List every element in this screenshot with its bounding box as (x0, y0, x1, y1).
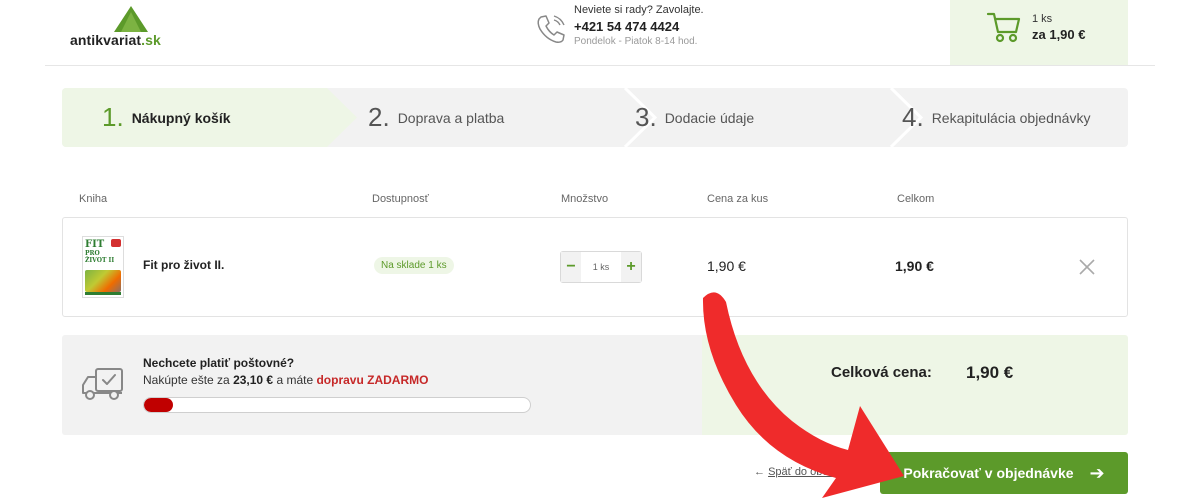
step-shipping[interactable]: 2. Doprava a platba (368, 88, 504, 147)
remaining-amount: 23,10 € (233, 373, 274, 387)
column-header-quantity: Množstvo (561, 193, 609, 205)
step-number: 4. (902, 102, 924, 132)
step-number: 1. (102, 102, 124, 132)
phone-number[interactable]: +421 54 474 4424 (574, 19, 704, 35)
book-cover-image[interactable]: FIT PRO ŽIVOT II (82, 236, 124, 298)
free-shipping-progress (143, 397, 531, 413)
cart-icon (986, 12, 1021, 43)
opening-hours: Pondelok - Piatok 8-14 hod. (574, 36, 698, 47)
header-divider (45, 65, 1155, 66)
cover-title: FIT (85, 239, 105, 250)
cart-quantity: 1 ks (1032, 13, 1053, 25)
contact-block: Neviete si rady? Zavolajte. +421 54 474 … (574, 3, 704, 49)
step-label: Nákupný košík (131, 109, 231, 126)
quantity-input[interactable] (581, 252, 621, 282)
cover-badge (111, 239, 121, 247)
product-title[interactable]: Fit pro život II. (143, 258, 224, 272)
free-shipping-panel: Nechcete platiť poštovné? Nakúpte ešte z… (62, 335, 702, 435)
order-total-panel: Celková cena: 1,90 € (702, 335, 1128, 435)
truck-icon (82, 368, 123, 400)
column-header-book: Kniha (79, 193, 108, 205)
step-label: Rekapitulácia objednávky (931, 109, 1091, 126)
step-number: 3. (635, 102, 657, 132)
logo-mountain-icon (114, 6, 148, 32)
cart-price: za 1,90 € (1032, 27, 1086, 42)
site-logo[interactable]: antikvariat.sk (68, 6, 178, 50)
continue-label: Pokračovať v objednávke (903, 465, 1074, 481)
remove-item-icon[interactable] (1078, 258, 1096, 276)
free-shipping-title: Nechcete platiť poštovné? (143, 356, 295, 370)
quantity-decrease-button[interactable]: − (561, 252, 581, 282)
step-label: Doprava a platba (397, 109, 505, 126)
progress-fill (144, 398, 174, 412)
step-label: Dodacie údaje (664, 109, 755, 126)
total-value: 1,90 € (966, 363, 1014, 382)
arrow-right-icon: ➔ (1089, 462, 1105, 483)
checkout-steps: 1. Nákupný košík 2. Doprava a platba 3. … (62, 88, 1128, 147)
back-arrow-icon: ← (754, 466, 765, 478)
quantity-stepper: − + (560, 251, 642, 283)
quantity-increase-button[interactable]: + (621, 252, 641, 282)
logo-text: antikvariat.sk (70, 32, 161, 48)
back-to-shop-link[interactable]: ← Späť do obchodu (754, 466, 852, 478)
contact-question: Neviete si rady? Zavolajte. (574, 4, 704, 16)
phone-icon (537, 15, 565, 43)
cover-illustration (85, 270, 121, 292)
step-summary[interactable]: 4. Rekapitulácia objednávky (902, 88, 1090, 147)
column-header-availability: Dostupnosť (372, 193, 429, 205)
step-cart[interactable]: 1. Nákupný košík (102, 88, 231, 147)
availability-badge: Na sklade 1 ks (374, 257, 454, 274)
total-label: Celková cena: (831, 364, 932, 381)
unit-price: 1,90 € (707, 258, 746, 274)
column-header-unit-price: Cena za kus (707, 193, 769, 205)
back-to-shop-label: Späť do obchodu (768, 466, 853, 478)
cart-item-row: FIT PRO ŽIVOT II Fit pro život II. Na sk… (62, 217, 1128, 317)
step-number: 2. (368, 102, 390, 132)
continue-order-button[interactable]: Pokračovať v objednávke ➔ (880, 452, 1128, 494)
row-total: 1,90 € (895, 258, 934, 274)
cover-bar (85, 292, 121, 295)
step-delivery[interactable]: 3. Dodacie údaje (635, 88, 754, 147)
site-header: antikvariat.sk Neviete si rady? Zavolajt… (0, 0, 1200, 66)
column-header-total: Celkom (897, 193, 935, 205)
free-shipping-text: Nakúpte ešte za 23,10 € a máte dopravu Z… (143, 373, 429, 387)
cover-subtitle: PRO ŽIVOT II (85, 250, 115, 264)
header-cart[interactable]: 1 ks za 1,90 € (950, 0, 1128, 65)
free-shipping-highlight: dopravu ZADARMO (316, 373, 429, 387)
